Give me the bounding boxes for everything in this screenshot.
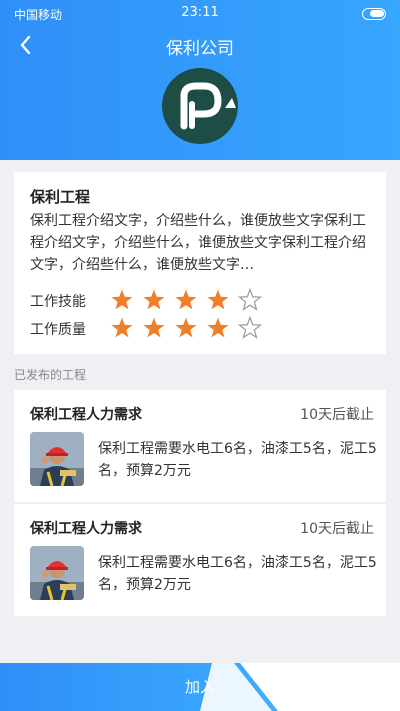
company-card: 保利工程 保利工程介绍文字，介绍些什么，谁便放些文字保利工程介绍文字，介绍些什么… (14, 172, 386, 354)
star-filled-icon (175, 317, 197, 338)
star-filled-icon (207, 289, 229, 310)
worker-photo (30, 546, 84, 600)
join-button-label: 加入 (184, 678, 215, 696)
job-deadline: 10天后截止 (300, 521, 374, 537)
status-bar: 中国移动 23:11 (0, 0, 400, 26)
rating-label: 工作技能 (30, 294, 86, 310)
job-description: 保利工程需要水电工6名，油漆工5名，泥工5名，预算2万元 (98, 441, 377, 479)
battery-icon (362, 8, 386, 20)
job-title: 保利工程人力需求 (30, 407, 142, 423)
nav-bar: 保利公司 (0, 30, 400, 60)
star-filled-icon (111, 317, 133, 338)
rating-label: 工作质量 (30, 322, 86, 338)
company-description: 保利工程介绍文字，介绍些什么，谁便放些文字保利工程介绍文字，介绍些什么，谁便放些… (30, 213, 366, 273)
company-name: 保利工程 (30, 188, 91, 206)
star-rating (111, 316, 263, 339)
section-title: 已发布的工程 (14, 368, 87, 382)
star-rating (111, 288, 263, 311)
star-filled-icon (143, 289, 165, 310)
page-title: 保利公司 (166, 39, 234, 59)
star-filled-icon (143, 317, 165, 338)
job-deadline: 10天后截止 (300, 407, 374, 423)
star-filled-icon (207, 317, 229, 338)
job-title: 保利工程人力需求 (30, 521, 142, 537)
clock: 23:11 (181, 5, 219, 20)
star-filled-icon (111, 289, 133, 310)
star-empty-icon (237, 316, 263, 339)
join-button[interactable]: 加入 (0, 663, 400, 711)
job-card[interactable]: 保利工程人力需求 10天后截止 保利工程需要水电工6名，油漆工5名，泥工5名，预… (14, 504, 386, 616)
star-filled-icon (175, 289, 197, 310)
star-empty-icon (237, 288, 263, 311)
company-logo (162, 68, 238, 144)
worker-photo (30, 432, 84, 486)
job-card[interactable]: 保利工程人力需求 10天后截止 保利工程需要水电工6名，油漆工5名，泥工5名，预… (14, 390, 386, 502)
job-description: 保利工程需要水电工6名，油漆工5名，泥工5名，预算2万元 (98, 555, 377, 593)
